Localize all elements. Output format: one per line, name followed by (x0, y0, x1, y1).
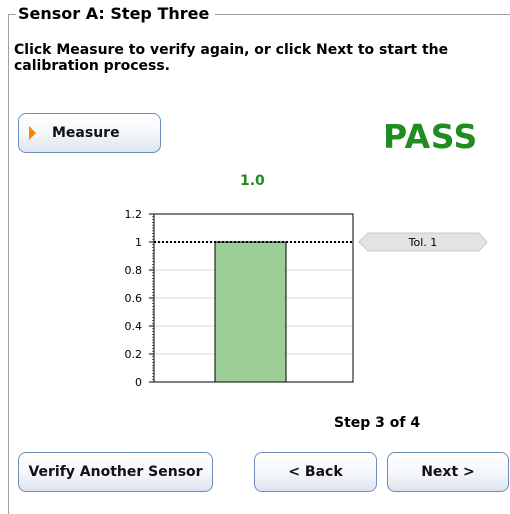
tolerance-label: Tol. 1 (408, 236, 438, 249)
play-arrow-icon (29, 126, 36, 140)
chart-bars (214, 241, 287, 383)
back-button[interactable]: < Back (254, 452, 377, 492)
measurement-bar-chart: 1.2 1 0.8 0.6 0.4 0.2 0 Tol. 1 (125, 208, 488, 389)
data-bar (214, 241, 287, 383)
section-title: Sensor A: Step Three (16, 4, 216, 24)
instructions-text: Click Measure to verify again, or click … (14, 42, 449, 74)
y-tick-label: 0 (135, 376, 142, 389)
next-button-label: Next > (421, 464, 475, 480)
y-tick-label: 0.4 (125, 320, 143, 333)
y-tick-label: 0.6 (125, 292, 143, 305)
next-button[interactable]: Next > (387, 452, 509, 492)
verify-another-sensor-label: Verify Another Sensor (28, 464, 203, 480)
pass-status: PASS (383, 117, 478, 156)
y-tick-label: 0.8 (125, 264, 143, 277)
verify-another-sensor-button[interactable]: Verify Another Sensor (18, 452, 213, 492)
bar-value-label: 1.0 (240, 173, 265, 189)
back-button-label: < Back (288, 464, 343, 480)
step-indicator: Step 3 of 4 (334, 415, 421, 431)
y-tick-label: 1.2 (125, 208, 143, 221)
measure-button[interactable]: Measure (18, 113, 161, 153)
y-tick-label: 1 (135, 236, 142, 249)
measure-button-label: Measure (52, 125, 120, 141)
y-tick-label: 0.2 (125, 348, 143, 361)
y-axis-ticks: 1.2 1 0.8 0.6 0.4 0.2 0 (125, 208, 154, 389)
